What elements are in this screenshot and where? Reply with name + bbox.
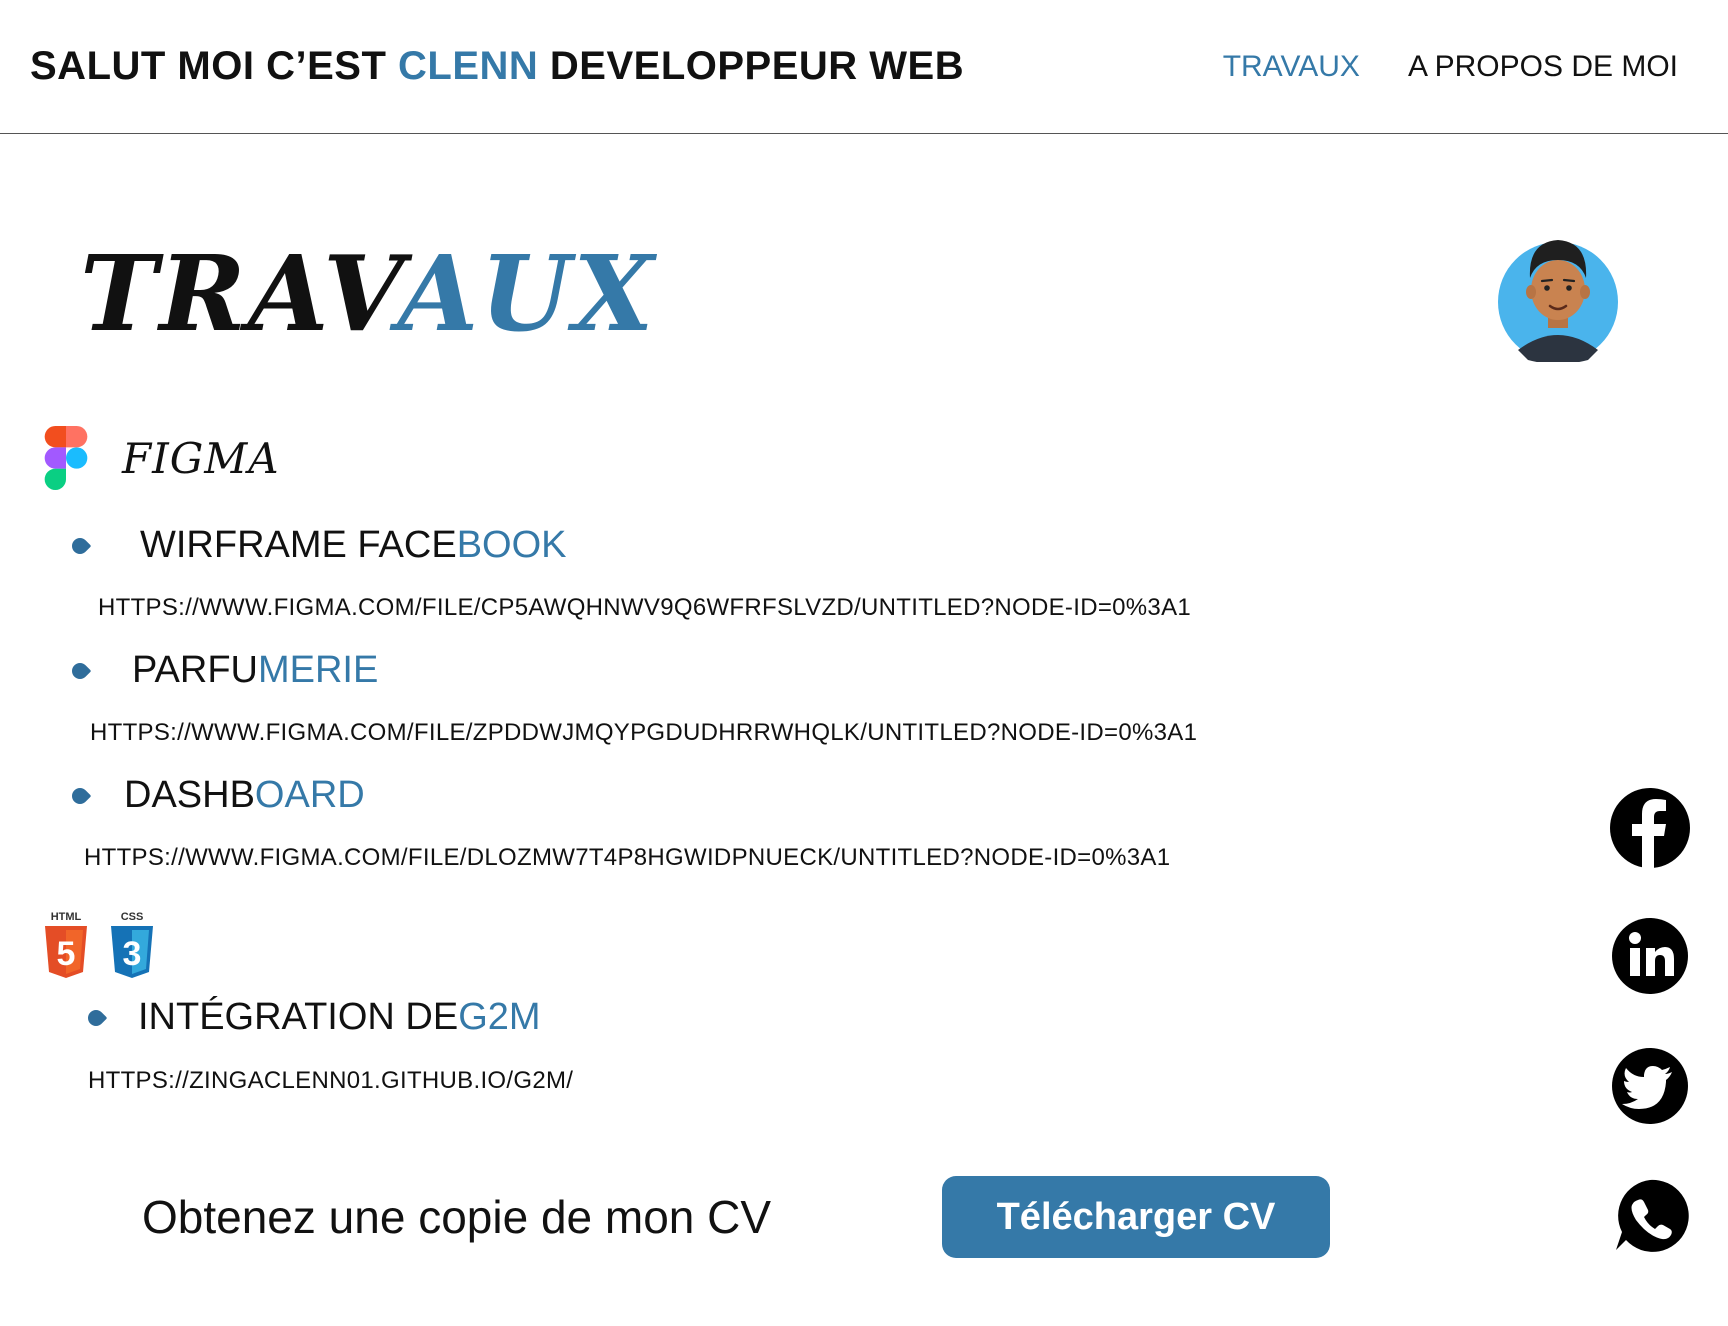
- site-brand: SALUT MOI C’EST CLENN DEVELOPPEUR WEB: [30, 44, 964, 89]
- bullet-icon: [68, 534, 92, 557]
- item-link-dashboard[interactable]: HTTPS://WWW.FIGMA.COM/FILE/DLOZMW7T4P8HG…: [84, 844, 1170, 872]
- item-title-accent: MERIE: [257, 649, 379, 691]
- site-header: SALUT MOI C’EST CLENN DEVELOPPEUR WEB TR…: [0, 0, 1728, 134]
- css3-digit: 3: [123, 935, 142, 973]
- item-title-facebook: WIRFRAME FACE BOOK: [68, 524, 567, 567]
- twitter-icon[interactable]: [1608, 1044, 1692, 1128]
- cv-prompt: Obtenez une copie de mon CV: [142, 1191, 772, 1243]
- nav-a-propos[interactable]: A PROPOS DE MOI: [1408, 50, 1678, 84]
- item-title-accent: G2M: [458, 996, 541, 1038]
- item-title-g2m: INTÉGRATION DE G2M: [84, 996, 541, 1039]
- title-part-accent: AUX: [397, 232, 656, 355]
- item-title-dashboard: DASHB OARD: [68, 774, 365, 817]
- bullet-icon: [68, 659, 92, 682]
- section-html-css: HTML 5 CSS 3: [42, 910, 156, 980]
- facebook-icon[interactable]: [1608, 786, 1692, 870]
- section-figma: FIGMA: [38, 426, 280, 490]
- html5-label: HTML: [51, 911, 82, 923]
- item-link-parfumerie[interactable]: HTTPS://WWW.FIGMA.COM/FILE/ZPDDWJMQYPGDU…: [90, 719, 1197, 747]
- item-link-facebook[interactable]: HTTPS://WWW.FIGMA.COM/FILE/CP5AWQHNWV9Q6…: [98, 594, 1191, 622]
- item-link-g2m[interactable]: HTTPS://ZINGACLENN01.GITHUB.IO/G2M/: [88, 1067, 573, 1095]
- bullet-icon: [84, 1006, 108, 1029]
- figma-icon: [44, 426, 88, 490]
- avatar: [1498, 240, 1618, 362]
- item-title-parfumerie: PARFU MERIE: [68, 649, 379, 692]
- html5-digit: 5: [57, 935, 76, 973]
- item-title-text: PARFU: [132, 649, 258, 691]
- page-title: TRAVAUX: [80, 232, 656, 355]
- item-title-text: WIRFRAME FACE: [140, 524, 457, 566]
- nav-travaux[interactable]: TRAVAUX: [1223, 50, 1360, 84]
- item-title-text: INTÉGRATION DE: [138, 996, 459, 1038]
- brand-intro: SALUT MOI C’EST: [30, 44, 398, 88]
- bullet-icon: [68, 784, 92, 807]
- title-part-black: TRAV: [80, 232, 398, 355]
- main-nav: TRAVAUX A PROPOS DE MOI: [1223, 50, 1678, 84]
- item-title-accent: OARD: [254, 774, 365, 816]
- brand-name: CLENN: [398, 44, 539, 88]
- html5-icon: HTML 5: [45, 911, 87, 978]
- item-title-accent: BOOK: [456, 524, 567, 566]
- css3-label: CSS: [121, 911, 144, 923]
- css3-icon: CSS 3: [111, 911, 153, 978]
- whatsapp-icon[interactable]: [1608, 1174, 1692, 1258]
- linkedin-icon[interactable]: [1608, 914, 1692, 998]
- section-label-figma: FIGMA: [122, 433, 280, 483]
- brand-role: DEVELOPPEUR WEB: [538, 44, 965, 88]
- download-cv-button[interactable]: Télécharger CV: [942, 1176, 1330, 1258]
- item-title-text: DASHB: [124, 774, 255, 816]
